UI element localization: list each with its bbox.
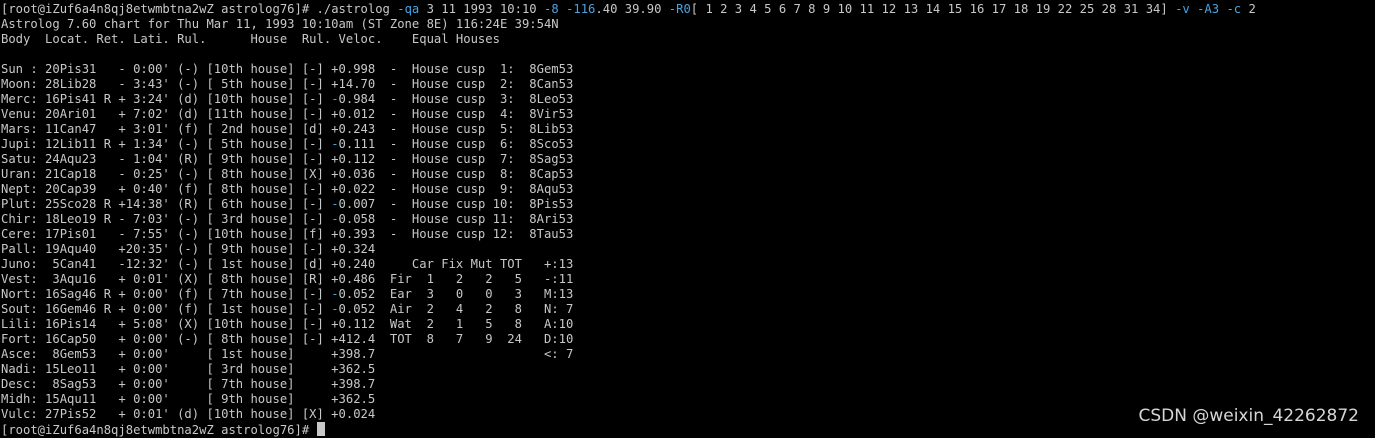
text-segment: 0.052 Air 2 4 2 8 N: 7 [338,302,574,316]
output-line: Vest: 3Aqu16 + 0:01' (X) [ 8th house] [R… [1,272,1375,287]
text-segment: Juno: 5Can41 -12:32' (-) [ 1st house] [d… [1,257,574,271]
output-line: Sun : 20Pis31 - 0:00' (-) [10th house] [… [1,62,1375,77]
text-segment: 0.007 - House cusp 10: 8Pis53 [338,197,574,211]
text-segment: Nadi: 15Leo11 + 0:00' [ 3rd house] +362.… [1,362,376,376]
command-text: ./astrolog -qa 3 11 1993 10:10 -8 -116.4… [317,2,1256,16]
argument-flag: - [331,287,339,301]
output-line: Pall: 19Aqu40 +20:35' (-) [ 9th house] [… [1,242,1375,257]
text-segment: Fort: 16Cap50 + 0:00' (-) [ 8th house] [… [1,332,574,346]
text-segment: Plut: 25Sco28 R +14:38' (R) [ 6th house]… [1,197,332,211]
output-line: Lili: 16Pis14 + 5:08' (X) [10th house] [… [1,317,1375,332]
argument-flag: - [331,197,339,211]
output-line: Mars: 11Can47 + 3:01' (f) [ 2nd house] [… [1,122,1375,137]
output-line: Jupi: 12Lib11 R + 1:34' (-) [ 5th house]… [1,137,1375,152]
output-line: Nept: 20Cap39 + 0:40' (f) [ 8th house] [… [1,182,1375,197]
astrolog-output: Astrolog 7.60 chart for Thu Mar 11, 1993… [1,17,1375,422]
argument-flag: - [331,137,339,151]
output-line: Nort: 16Sag46 R + 0:00' (f) [ 7th house]… [1,287,1375,302]
output-line: Cere: 17Pis01 - 7:55' (-) [10th house] [… [1,227,1375,242]
argument-flag: -c [1226,2,1242,16]
output-line: Nadi: 15Leo11 + 0:00' [ 3rd house] +362.… [1,362,1375,377]
text-segment: .40 39.90 [595,2,669,16]
text-segment: Nort: 16Sag46 R + 0:00' (f) [ 7th house]… [1,287,332,301]
text-segment: 0.058 - House cusp 11: 8Ari53 [338,212,574,226]
text-segment: ./astrolog [316,2,398,16]
text-segment: Vest: 3Aqu16 + 0:01' (X) [ 8th house] [R… [1,272,574,286]
text-segment: Chir: 18Leo19 R - 7:03' (-) [ 3rd house]… [1,212,332,226]
text-segment: Jupi: 12Lib11 R + 1:34' (-) [ 5th house]… [1,137,332,151]
argument-flag: -qa [397,2,420,16]
csdn-watermark: CSDN @weixin_42262872 [1138,406,1359,426]
terminal-window[interactable]: [root@iZuf6a4n8qj8etwmbtna2wZ astrolog76… [1,2,1375,437]
text-segment: Pall: 19Aqu40 +20:35' (-) [ 9th house] [… [1,242,376,256]
text-segment: 2 [1241,2,1256,16]
output-line: Desc: 8Sag53 + 0:00' [ 7th house] +398.7 [1,377,1375,392]
text-segment: Satu: 24Aqu23 - 1:04' (R) [ 9th house] [… [1,152,574,166]
argument-flag: -116 [566,2,596,16]
text-segment: 3 11 1993 10:10 [419,2,544,16]
text-segment: Cere: 17Pis01 - 7:55' (-) [10th house] [… [1,227,574,241]
text-segment: 0.984 - House cusp 3: 8Leo53 [338,92,574,106]
output-line: Merc: 16Pis41 R + 3:24' (d) [10th house]… [1,92,1375,107]
output-line: Juno: 5Can41 -12:32' (-) [ 1st house] [d… [1,257,1375,272]
argument-flag: -A3 [1197,2,1220,16]
output-line: Satu: 24Aqu23 - 1:04' (R) [ 9th house] [… [1,152,1375,167]
text-segment: Sout: 16Gem46 R + 0:00' (f) [ 1st house]… [1,302,332,316]
text-segment: Mars: 11Can47 + 3:01' (f) [ 2nd house] [… [1,122,574,136]
output-line: Astrolog 7.60 chart for Thu Mar 11, 1993… [1,17,1375,32]
text-segment: Body Locat. Ret. Lati. Rul. House Rul. V… [1,32,500,46]
output-line: Sout: 16Gem46 R + 0:00' (f) [ 1st house]… [1,302,1375,317]
argument-flag: - [331,212,339,226]
text-segment: 0.052 Ear 3 0 0 3 M:13 [338,287,574,301]
output-line: Body Locat. Ret. Lati. Rul. House Rul. V… [1,32,1375,47]
output-line: Chir: 18Leo19 R - 7:03' (-) [ 3rd house]… [1,212,1375,227]
output-line: Uran: 21Cap18 - 0:25' (-) [ 8th house] [… [1,167,1375,182]
text-segment: Uran: 21Cap18 - 0:25' (-) [ 8th house] [… [1,167,574,181]
output-line: Moon: 28Lib28 - 3:43' (-) [ 5th house] [… [1,77,1375,92]
text-segment: Merc: 16Pis41 R + 3:24' (d) [10th house]… [1,92,332,106]
argument-flag: - [331,302,339,316]
text-segment: Lili: 16Pis14 + 5:08' (X) [10th house] [… [1,317,574,331]
command-line: [root@iZuf6a4n8qj8etwmbtna2wZ astrolog76… [1,2,1375,17]
shell-prompt: [root@iZuf6a4n8qj8etwmbtna2wZ astrolog76… [1,2,317,16]
text-segment: Venu: 20Ari01 + 7:02' (d) [11th house] [… [1,107,574,121]
text-segment: [ 1 2 3 4 5 6 7 8 9 10 11 12 13 14 15 16… [690,2,1176,16]
text-segment [1190,2,1197,16]
text-segment: Nept: 20Cap39 + 0:40' (f) [ 8th house] [… [1,182,574,196]
text-segment: Sun : 20Pis31 - 0:00' (-) [10th house] [… [1,62,574,76]
text-segment: Desc: 8Sag53 + 0:00' [ 7th house] +398.7 [1,377,376,391]
argument-flag: -8 [544,2,559,16]
shell-prompt-bottom: [root@iZuf6a4n8qj8etwmbtna2wZ astrolog76… [1,423,317,437]
argument-flag: - [331,92,339,106]
output-line: Fort: 16Cap50 + 0:00' (-) [ 8th house] [… [1,332,1375,347]
text-segment: Vulc: 27Pis52 + 0:01' (d) [10th house] [… [1,407,376,421]
text-segment: 0.111 - House cusp 6: 8Sco53 [338,137,574,151]
output-line: Asce: 8Gem53 + 0:00' [ 1st house] +398.7… [1,347,1375,362]
text-segment [559,2,566,16]
argument-flag: -v [1175,2,1190,16]
text-segment: Astrolog 7.60 chart for Thu Mar 11, 1993… [1,17,559,31]
text-segment: Asce: 8Gem53 + 0:00' [ 1st house] +398.7… [1,347,574,361]
text-segment: Midh: 15Aqu11 + 0:00' [ 9th house] +362.… [1,392,376,406]
text-segment: Moon: 28Lib28 - 3:43' (-) [ 5th house] [… [1,77,574,91]
output-line: Plut: 25Sco28 R +14:38' (R) [ 6th house]… [1,197,1375,212]
output-line: Midh: 15Aqu11 + 0:00' [ 9th house] +362.… [1,392,1375,407]
argument-flag: -R0 [668,2,691,16]
output-line: Venu: 20Ari01 + 7:02' (d) [11th house] [… [1,107,1375,122]
